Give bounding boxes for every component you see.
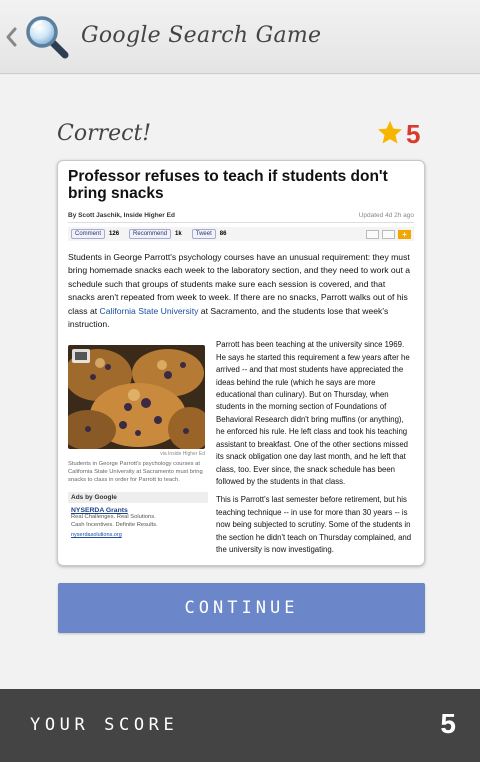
article-lead: Students in George Parrott's psychology …: [68, 251, 414, 331]
app-title: Google Search Game: [81, 23, 322, 48]
star-count: 5: [406, 119, 421, 149]
ads-box: Ads by Google NYSERDA Grants Real Challe…: [68, 492, 208, 538]
star-icon: [377, 120, 403, 144]
continue-button[interactable]: CONTINUE: [58, 583, 425, 633]
result-label: Correct!: [57, 121, 152, 146]
score-value: 5: [440, 708, 456, 739]
main-content: Correct! 5 Professor refuses to teach if…: [0, 75, 480, 689]
article-columns: via Inside Higher Ed Students in George …: [68, 339, 414, 556]
add-icon: +: [398, 229, 411, 239]
photo-credit: via Inside Higher Ed: [160, 451, 205, 458]
article-headline: Professor refuses to teach if students d…: [68, 168, 388, 202]
article-right-column: Parrott has been teaching at the univers…: [216, 339, 414, 556]
ad-line-2: Cash Incentives. Definite Results.: [71, 521, 158, 528]
tweet-button: Tweet: [191, 229, 216, 239]
ad-link: NYSERDA Grants: [71, 507, 128, 515]
action-bar: Google Search Game: [0, 0, 480, 74]
muffin-photo: [68, 345, 205, 450]
university-link: California State University: [99, 305, 199, 316]
tweet-count: 86: [219, 231, 227, 237]
recommend-button: Recommend: [129, 229, 172, 239]
article-updated: Updated 4d 2h ago: [358, 212, 414, 219]
ad-url: nyserdasolutions.org: [71, 532, 122, 539]
byline-row: By Scott Jaschik, Inside Higher Ed Updat…: [68, 212, 414, 223]
share-tools: +: [366, 229, 411, 239]
ads-title: Ads by Google: [68, 492, 208, 504]
article-left-column: via Inside Higher Ed Students in George …: [68, 339, 208, 556]
score-bar: YOUR SCORE 5: [0, 689, 480, 762]
article-paragraph-2: Parrott has been teaching at the univers…: [216, 340, 410, 486]
social-row: Comment 126 Recommend 1k Tweet 86 +: [68, 227, 414, 241]
print-icon: [382, 229, 395, 239]
comment-button: Comment: [71, 229, 106, 239]
photo-caption: Students in George Parrott's psychology …: [68, 461, 203, 484]
article-byline: By Scott Jaschik, Inside Higher Ed: [68, 212, 175, 219]
back-chevron-icon[interactable]: [4, 23, 18, 51]
ad-line-1: Real Challenges. Real Solutions.: [71, 514, 156, 521]
article-paragraph-3: This is Parrott's last semester before r…: [216, 495, 412, 554]
search-magnifier-icon[interactable]: [24, 14, 70, 60]
recommend-count: 1k: [175, 231, 182, 237]
comment-count: 126: [109, 231, 120, 237]
email-icon: [366, 229, 379, 239]
score-label: YOUR SCORE: [30, 715, 179, 735]
article-screenshot: Professor refuses to teach if students d…: [57, 160, 425, 566]
